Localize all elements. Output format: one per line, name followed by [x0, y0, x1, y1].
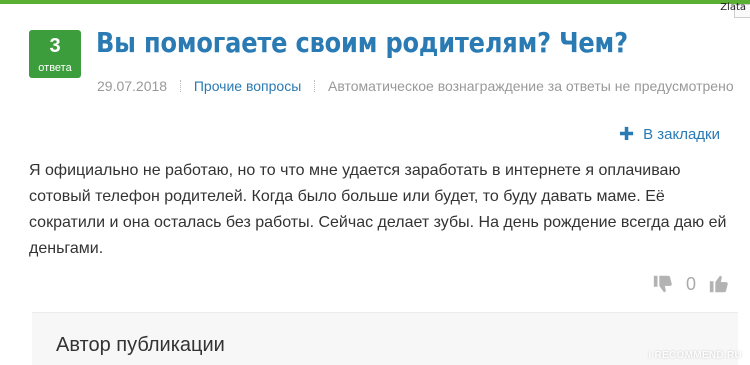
answers-count-badge: 3 ответа: [29, 30, 81, 78]
meta-separator: [314, 80, 316, 92]
bookmark-label: В закладки: [643, 126, 720, 143]
corner-tag: Zlata: [720, 2, 746, 13]
thumbs-down-icon[interactable]: [652, 273, 674, 295]
question-title: Вы помогаете своим родителям? Чем?: [96, 26, 628, 59]
question-meta: 29.07.2018 Прочие вопросы Автоматическое…: [97, 78, 734, 94]
answers-label: ответа: [38, 62, 72, 74]
reward-note: Автоматическое вознаграждение за ответы …: [328, 78, 734, 94]
category-link[interactable]: Прочие вопросы: [194, 78, 301, 94]
add-bookmark-button[interactable]: ✚ В закладки: [619, 124, 720, 145]
top-accent-bar: [0, 0, 750, 4]
answer-text: Я официально не работаю, но то что мне у…: [29, 162, 727, 257]
plus-icon: ✚: [618, 124, 635, 144]
answers-count: 3: [49, 35, 61, 57]
author-section-title: Автор публикации: [56, 334, 225, 356]
watermark: I RECOMMEND.RU: [648, 350, 742, 361]
meta-separator: [179, 80, 181, 92]
author-section: Автор публикации: [32, 312, 738, 365]
question-date: 29.07.2018: [97, 78, 168, 94]
thumbs-up-icon[interactable]: [708, 273, 730, 295]
vote-controls: 0: [652, 272, 730, 296]
vote-count: 0: [685, 273, 696, 294]
